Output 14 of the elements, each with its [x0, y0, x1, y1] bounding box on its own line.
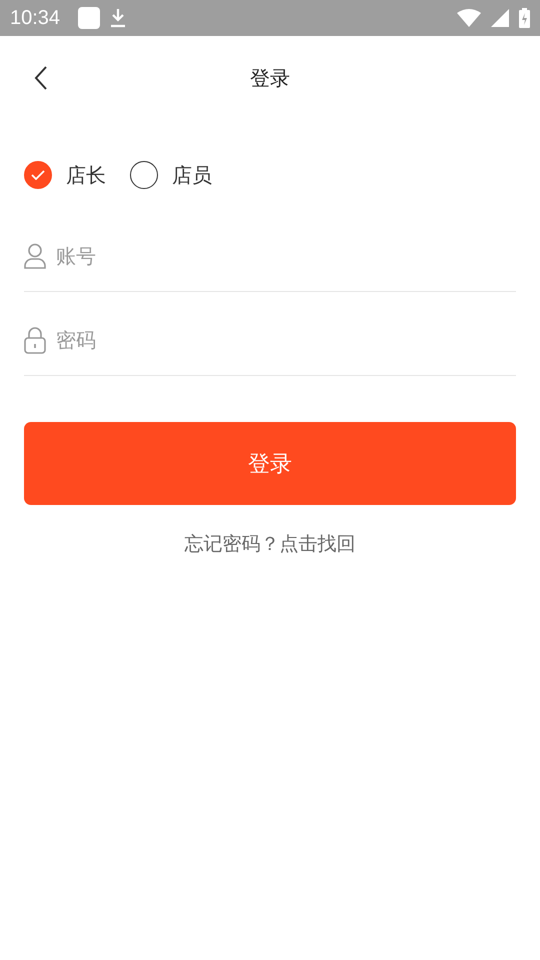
role-radio[interactable]: 店长 [24, 161, 106, 189]
role-radio[interactable]: 店员 [130, 161, 212, 189]
forgot-password-link[interactable]: 忘记密码？点击找回 [184, 531, 356, 557]
person-icon [24, 242, 46, 268]
clock-time: 10:34 [10, 6, 60, 30]
wifi-icon [457, 9, 481, 27]
battery-icon [519, 8, 530, 28]
lock-icon [24, 326, 46, 354]
notification-icon [78, 7, 100, 29]
account-field[interactable]: 账号 [54, 242, 516, 268]
download-icon [110, 8, 126, 28]
password-field[interactable]: 密码 [54, 326, 516, 352]
page-title: 登录 [250, 64, 290, 92]
signal-icon [491, 9, 509, 27]
